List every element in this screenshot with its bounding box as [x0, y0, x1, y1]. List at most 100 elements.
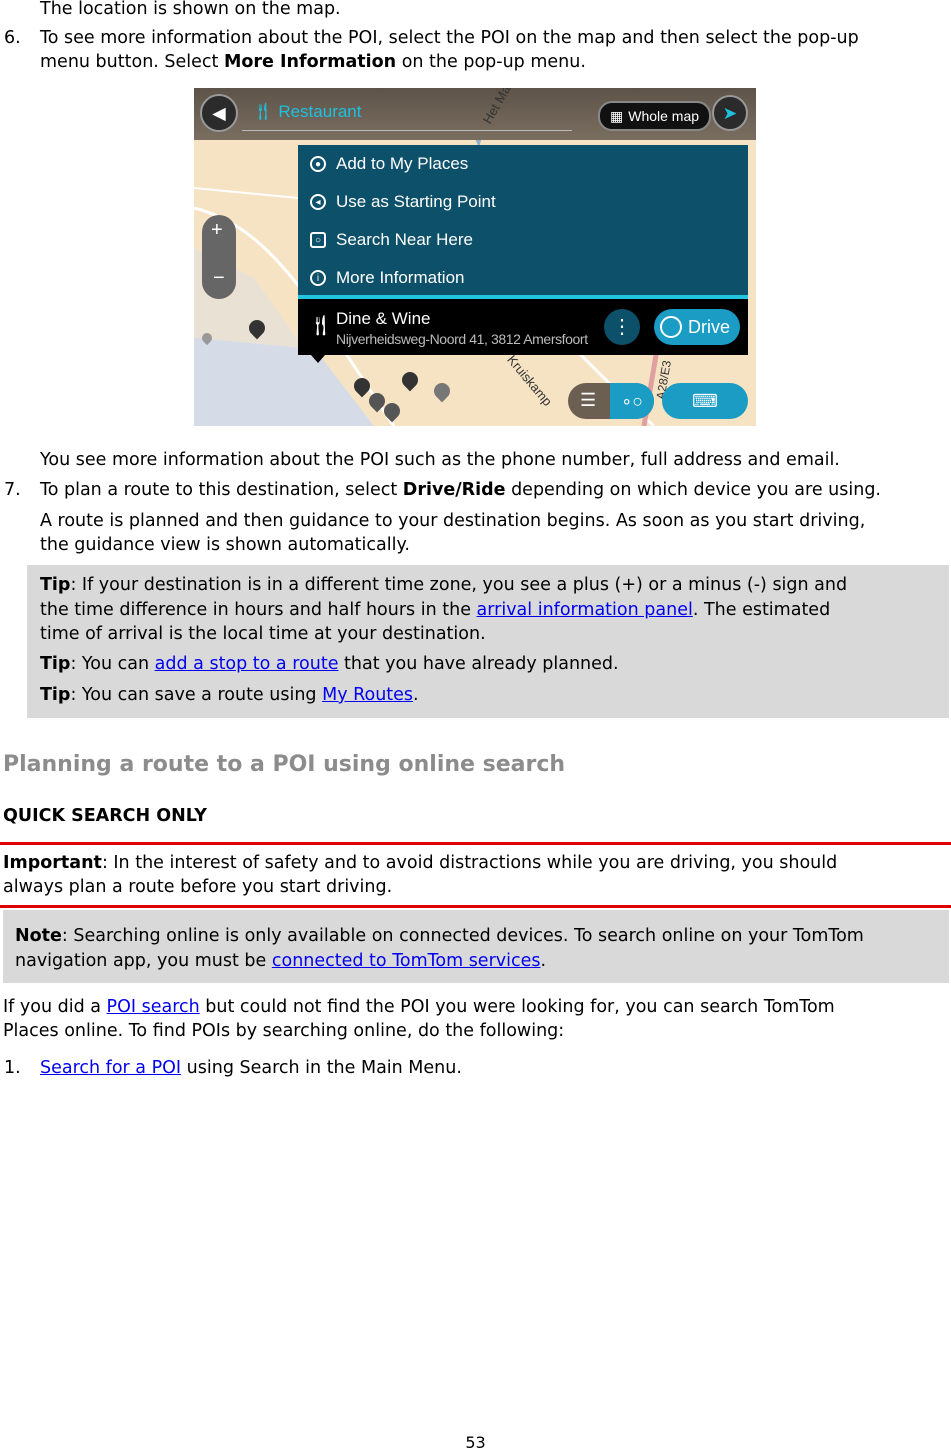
- map-view-button[interactable]: ∘○: [610, 383, 654, 419]
- search-underline: [242, 130, 572, 131]
- zoom-out-button[interactable]: −: [213, 267, 225, 290]
- arrival-information-panel-link[interactable]: arrival information panel: [477, 600, 693, 620]
- search-field[interactable]: 🍴︎ Restaurant: [252, 102, 362, 122]
- location-text: The location is shown on the map.: [40, 0, 341, 19]
- menu-item-label: More Information: [336, 268, 465, 287]
- important-label: Important: [3, 853, 102, 873]
- text: : You can: [70, 654, 155, 674]
- route-planned-text-2: the guidance view is shown automatically…: [40, 535, 410, 555]
- text: on the pop-up menu.: [396, 52, 586, 72]
- steering-wheel-icon: [660, 316, 682, 338]
- menu-item-label: Search Near Here: [336, 230, 474, 249]
- map-icon: ▦: [610, 107, 624, 124]
- back-arrow-icon: ◀: [212, 102, 226, 123]
- text: navigation app, you must be: [15, 951, 272, 971]
- text: but could not find the POI you were look…: [199, 997, 835, 1017]
- tip-label: Tip: [40, 575, 71, 595]
- restaurant-icon: 🍴︎: [308, 315, 334, 337]
- bold-text: Drive/Ride: [402, 480, 506, 500]
- note-label: Note: [15, 926, 62, 946]
- popup-menu-button[interactable]: ⋮: [604, 309, 640, 345]
- restaurant-icon: 🍴︎: [252, 102, 274, 121]
- step-1-number: 1.: [4, 1058, 21, 1078]
- tip-box: Tip: If your destination is in a differe…: [27, 565, 949, 718]
- zoom-in-button[interactable]: +: [211, 219, 223, 242]
- route-planned-text-1: A route is planned and then guidance to …: [40, 511, 866, 531]
- whole-map-button[interactable]: ▦ Whole map: [598, 101, 712, 131]
- current-location-button[interactable]: ➤: [712, 95, 748, 131]
- important-bottom-rule: [0, 905, 951, 908]
- menu-item-search-near-here[interactable]: ○ Search Near Here: [310, 230, 473, 250]
- drive-button[interactable]: Drive: [654, 309, 740, 345]
- navigate-arrow-icon: ◂: [310, 194, 326, 210]
- menu-item-more-information[interactable]: i More Information: [310, 268, 465, 288]
- step-6-text-2: menu button. Select More Information on …: [40, 50, 586, 74]
- location-arrow-icon: ➤: [722, 102, 738, 123]
- important-top-rule: [0, 842, 951, 845]
- tip-1-line-2: the time difference in hours and half ho…: [40, 598, 830, 622]
- map-top-bar: ◀ 🍴︎ Restaurant Het Mas ▦ Whole map ➤: [194, 88, 756, 140]
- text: menu button. Select: [40, 52, 224, 72]
- step-7-number: 7.: [4, 480, 21, 500]
- add-stop-link[interactable]: add a stop to a route: [155, 654, 339, 674]
- tip-1-line-3: time of arrival is the local time at you…: [40, 624, 486, 644]
- tip-1-line-1: Tip: If your destination is in a differe…: [40, 573, 847, 597]
- my-routes-link[interactable]: My Routes: [322, 685, 413, 705]
- drive-label: Drive: [688, 316, 731, 337]
- text: If you did a: [3, 997, 107, 1017]
- text: that you have already planned.: [338, 654, 619, 674]
- text: : You can save a route using: [70, 685, 323, 705]
- more-vertical-icon: ⋮: [612, 316, 632, 338]
- info-icon: i: [310, 270, 326, 286]
- connected-services-link[interactable]: connected to TomTom services: [272, 951, 541, 971]
- text: using Search in the Main Menu.: [181, 1058, 462, 1078]
- tip-3: Tip: You can save a route using My Route…: [40, 683, 419, 707]
- text: .: [540, 951, 547, 971]
- search-near-icon: ○: [310, 232, 326, 248]
- back-button[interactable]: ◀: [200, 94, 238, 132]
- keyboard-button[interactable]: ⌨: [662, 383, 748, 419]
- more-info-text: You see more information about the POI s…: [40, 450, 840, 470]
- text: : If your destination is in a different …: [70, 575, 848, 595]
- list-view-button[interactable]: ☰: [580, 390, 596, 411]
- text: To plan a route to this destination, sel…: [40, 480, 403, 500]
- note-line-2: navigation app, you must be connected to…: [15, 949, 546, 973]
- search-for-poi-link[interactable]: Search for a POI: [40, 1058, 181, 1078]
- poi-search-link[interactable]: POI search: [107, 997, 200, 1017]
- tip-label: Tip: [40, 685, 71, 705]
- menu-item-use-as-starting-point[interactable]: ◂ Use as Starting Point: [310, 192, 496, 212]
- place-pin-icon: ●: [310, 156, 326, 172]
- important-line-2: always plan a route before you start dri…: [3, 877, 393, 897]
- note-box: Note: Searching online is only available…: [3, 910, 949, 983]
- menu-item-label: Add to My Places: [336, 154, 469, 173]
- section-heading: Planning a route to a POI using online s…: [3, 752, 566, 777]
- map-screenshot: ◀ 🍴︎ Restaurant Het Mas ▦ Whole map ➤ + −…: [194, 88, 756, 426]
- poi-name: Dine & Wine: [336, 309, 431, 328]
- street-label: Het Mas: [479, 88, 517, 127]
- text: depending on which device you are using.: [505, 480, 881, 500]
- intro-line-2: Places online. To find POIs by searching…: [3, 1021, 565, 1041]
- step-6-number: 6.: [4, 28, 21, 48]
- step-1-text: Search for a POI using Search in the Mai…: [40, 1056, 462, 1080]
- callout-pointer: [311, 355, 325, 363]
- tip-label: Tip: [40, 654, 71, 674]
- menu-item-label: Use as Starting Point: [336, 192, 496, 211]
- view-toggle: ☰ ∘○: [568, 383, 654, 419]
- note-line-1: Note: Searching online is only available…: [15, 924, 864, 948]
- page-number: 53: [465, 1433, 486, 1452]
- quick-search-label: QUICK SEARCH ONLY: [3, 806, 207, 826]
- intro-line-1: If you did a POI search but could not fi…: [3, 995, 835, 1019]
- poi-info-bar: 🍴︎ Dine & Wine Nijverheidsweg-Noord 41, …: [298, 299, 748, 355]
- menu-item-add-to-my-places[interactable]: ● Add to My Places: [310, 154, 468, 174]
- list-icon: ☰: [580, 390, 597, 410]
- important-line-1: Important: In the interest of safety and…: [3, 851, 837, 875]
- step-7-text: To plan a route to this destination, sel…: [40, 478, 881, 502]
- text: . The estimated: [692, 600, 831, 620]
- poi-pins-icon: ∘○: [621, 391, 643, 411]
- tip-2: Tip: You can add a stop to a route that …: [40, 652, 619, 676]
- search-text: Restaurant: [278, 102, 362, 121]
- text: : In the interest of safety and to avoid…: [101, 853, 838, 873]
- zoom-control: + −: [202, 215, 236, 299]
- text: the time difference in hours and half ho…: [40, 600, 477, 620]
- whole-map-label: Whole map: [628, 108, 700, 124]
